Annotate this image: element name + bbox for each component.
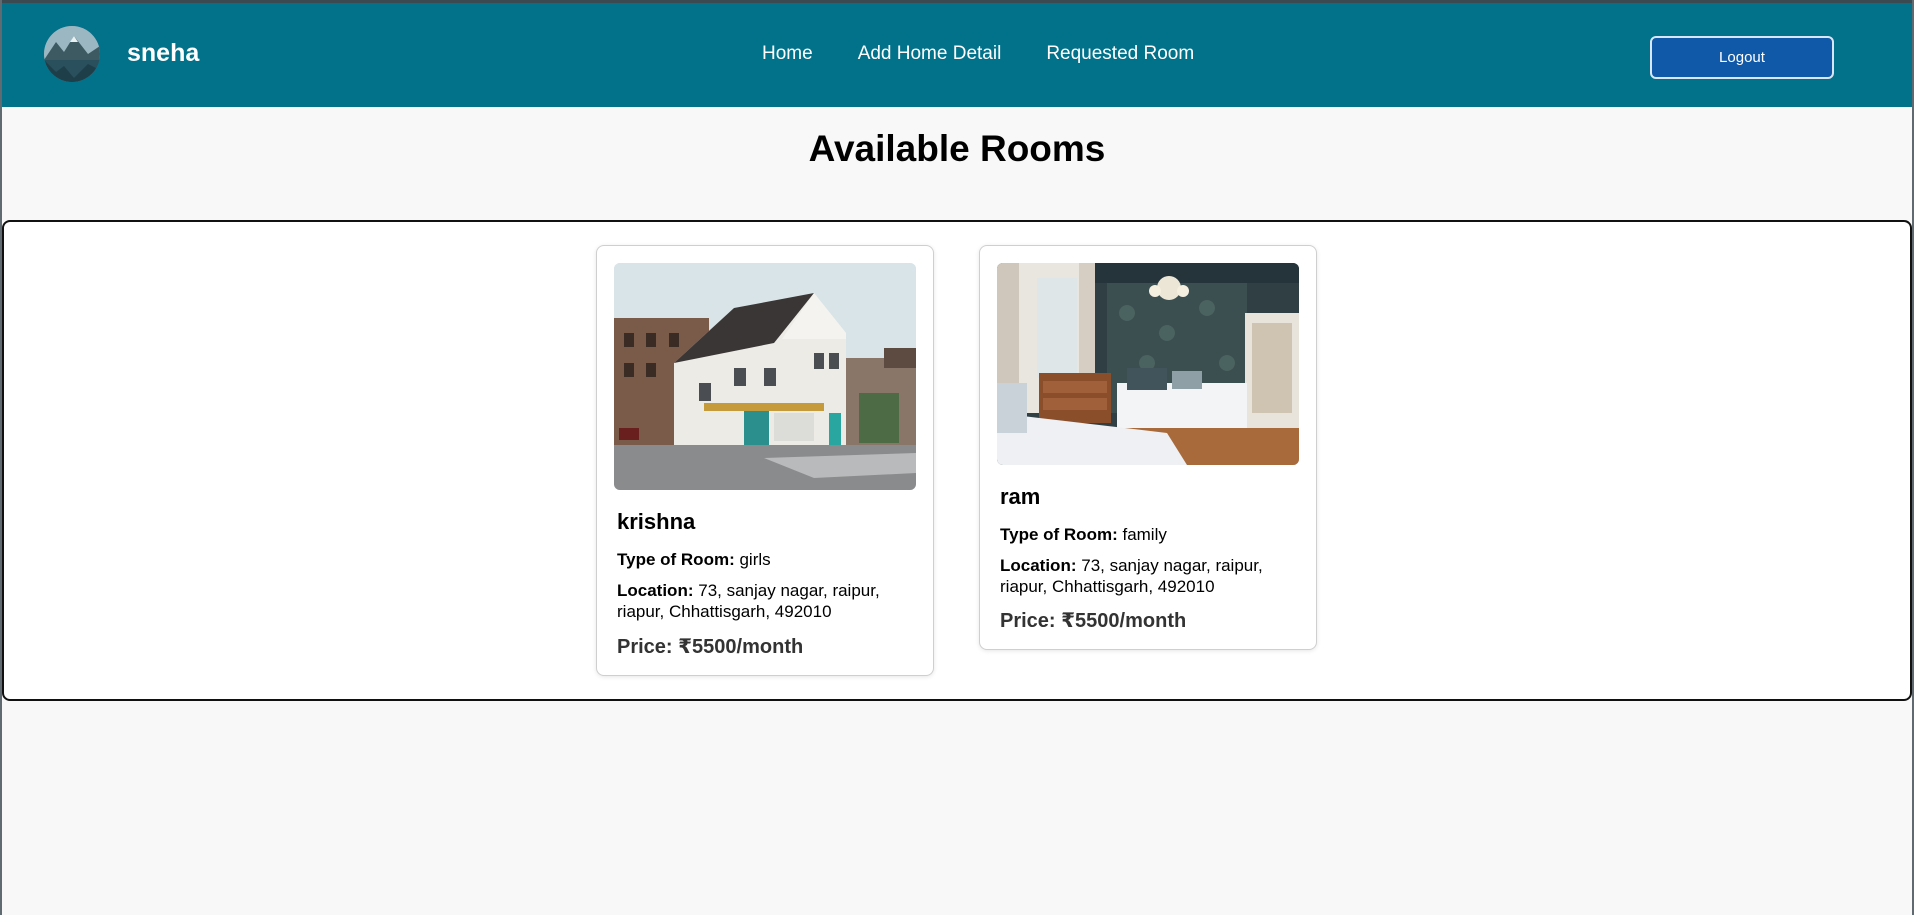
room-type-label: Type of Room:	[617, 550, 735, 569]
house-exterior-image	[614, 263, 916, 490]
nav-requested-room-link[interactable]: Requested Room	[1046, 43, 1194, 65]
nav-home-link[interactable]: Home	[762, 43, 813, 65]
room-price: Price: ₹5500/month	[1000, 610, 1187, 632]
room-price: Price: ₹5500/month	[617, 636, 804, 658]
rooms-container	[2, 220, 1912, 701]
room-location: Location: 73, sanjay nagar, raipur, riap…	[1000, 555, 1300, 597]
room-location: Location: 73, sanjay nagar, raipur, riap…	[617, 580, 917, 622]
room-photo	[997, 263, 1299, 465]
profile-avatar[interactable]	[44, 26, 100, 82]
main-nav: Home Add Home Detail Requested Room	[762, 43, 1194, 65]
room-name: ram	[1000, 484, 1041, 509]
room-name: krishna	[617, 509, 696, 534]
username-label: sneha	[127, 39, 200, 67]
room-location-label: Location:	[1000, 556, 1077, 575]
room-location-label: Location:	[617, 581, 694, 600]
mountain-lake-icon	[44, 26, 100, 82]
room-type: Type of Room: girls	[617, 549, 917, 570]
room-photo	[614, 263, 916, 490]
top-navbar: sneha Home Add Home Detail Requested Roo…	[2, 0, 1912, 107]
nav-add-home-detail-link[interactable]: Add Home Detail	[858, 43, 1002, 65]
bedroom-interior-image	[997, 263, 1299, 465]
room-type-value: family	[1122, 525, 1167, 544]
room-type: Type of Room: family	[1000, 524, 1300, 545]
app-window: sneha Home Add Home Detail Requested Roo…	[0, 0, 1914, 915]
room-type-value: girls	[739, 550, 771, 569]
logout-button[interactable]: Logout	[1650, 36, 1834, 79]
room-card[interactable]: krishna Type of Room: girls Location: 73…	[596, 245, 934, 676]
page-title: Available Rooms	[808, 128, 1106, 169]
room-type-label: Type of Room:	[1000, 525, 1118, 544]
room-card[interactable]: ram Type of Room: family Location: 73, s…	[979, 245, 1317, 650]
